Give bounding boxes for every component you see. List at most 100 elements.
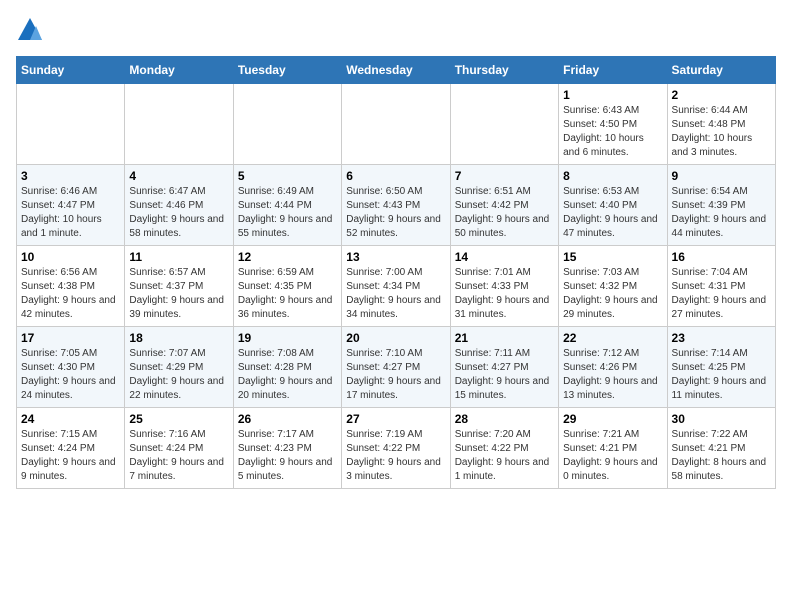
calendar-cell: 29Sunrise: 7:21 AM Sunset: 4:21 PM Dayli…: [559, 408, 667, 489]
day-number: 3: [21, 169, 120, 183]
logo: [16, 16, 48, 44]
calendar-cell: [233, 84, 341, 165]
day-number: 27: [346, 412, 445, 426]
day-info: Sunrise: 7:21 AM Sunset: 4:21 PM Dayligh…: [563, 428, 662, 484]
calendar-cell: 19 Sunrise: 7:08 AM Sunset: 4:28 PM Dayli…: [233, 327, 341, 408]
day-number: 22: [563, 331, 662, 345]
calendar-cell: 21 Sunrise: 7:11 AM Sunset: 4:27 PM Dayli…: [450, 327, 558, 408]
calendar-cell: 6 Sunrise: 6:50 AM Sunset: 4:43 PM Daylig…: [342, 165, 450, 246]
day-number: 19: [238, 331, 337, 345]
day-info: Sunrise: 7:05 AM Sunset: 4:30 PM Dayligh…: [21, 347, 120, 403]
calendar-cell: 30 Sunrise: 7:22 AM Sunset: 4:21 PM Dayli…: [667, 408, 775, 489]
weekday-header-sunday: Sunday: [17, 57, 125, 84]
day-info: Sunrise: 6:51 AM Sunset: 4:42 PM Dayligh…: [455, 185, 554, 241]
day-info: Sunrise: 6:56 AM Sunset: 4:38 PM Dayligh…: [21, 266, 120, 322]
calendar-cell: 17 Sunrise: 7:05 AM Sunset: 4:30 PM Dayli…: [17, 327, 125, 408]
day-info: Sunrise: 7:01 AM Sunset: 4:33 PM Dayligh…: [455, 266, 554, 322]
weekday-header-friday: Friday: [559, 57, 667, 84]
day-info: Sunrise: 7:16 AM Sunset: 4:24 PM Dayligh…: [129, 428, 228, 484]
day-info: Sunrise: 6:46 AM Sunset: 4:47 PM Dayligh…: [21, 185, 120, 241]
day-info: Sunrise: 7:03 AM Sunset: 4:32 PM Dayligh…: [563, 266, 662, 322]
day-number: 2: [672, 88, 771, 102]
day-info: Sunrise: 7:19 AM Sunset: 4:22 PM Dayligh…: [346, 428, 445, 484]
calendar-cell: 22Sunrise: 7:12 AM Sunset: 4:26 PM Dayli…: [559, 327, 667, 408]
calendar-cell: [125, 84, 233, 165]
day-info: Sunrise: 7:17 AM Sunset: 4:23 PM Dayligh…: [238, 428, 337, 484]
weekday-header-thursday: Thursday: [450, 57, 558, 84]
day-info: Sunrise: 7:00 AM Sunset: 4:34 PM Dayligh…: [346, 266, 445, 322]
calendar-cell: 15Sunrise: 7:03 AM Sunset: 4:32 PM Dayli…: [559, 246, 667, 327]
calendar-cell: [17, 84, 125, 165]
day-number: 23: [672, 331, 771, 345]
day-number: 26: [238, 412, 337, 426]
day-info: Sunrise: 7:20 AM Sunset: 4:22 PM Dayligh…: [455, 428, 554, 484]
calendar-cell: 9 Sunrise: 6:54 AM Sunset: 4:39 PM Daylig…: [667, 165, 775, 246]
day-number: 30: [672, 412, 771, 426]
calendar-cell: 5 Sunrise: 6:49 AM Sunset: 4:44 PM Daylig…: [233, 165, 341, 246]
calendar-cell: 14 Sunrise: 7:01 AM Sunset: 4:33 PM Dayli…: [450, 246, 558, 327]
calendar-cell: [342, 84, 450, 165]
calendar-cell: [450, 84, 558, 165]
calendar-cell: 7 Sunrise: 6:51 AM Sunset: 4:42 PM Daylig…: [450, 165, 558, 246]
day-info: Sunrise: 6:59 AM Sunset: 4:35 PM Dayligh…: [238, 266, 337, 322]
calendar-cell: 10 Sunrise: 6:56 AM Sunset: 4:38 PM Dayli…: [17, 246, 125, 327]
day-number: 12: [238, 250, 337, 264]
day-number: 21: [455, 331, 554, 345]
header: [16, 16, 776, 44]
day-info: Sunrise: 6:53 AM Sunset: 4:40 PM Dayligh…: [563, 185, 662, 241]
day-info: Sunrise: 6:49 AM Sunset: 4:44 PM Dayligh…: [238, 185, 337, 241]
calendar-cell: 25Sunrise: 7:16 AM Sunset: 4:24 PM Dayli…: [125, 408, 233, 489]
day-number: 17: [21, 331, 120, 345]
day-info: Sunrise: 6:47 AM Sunset: 4:46 PM Dayligh…: [129, 185, 228, 241]
day-info: Sunrise: 6:57 AM Sunset: 4:37 PM Dayligh…: [129, 266, 228, 322]
day-number: 20: [346, 331, 445, 345]
day-number: 10: [21, 250, 120, 264]
day-info: Sunrise: 7:11 AM Sunset: 4:27 PM Dayligh…: [455, 347, 554, 403]
calendar-cell: 12 Sunrise: 6:59 AM Sunset: 4:35 PM Dayli…: [233, 246, 341, 327]
day-info: Sunrise: 7:08 AM Sunset: 4:28 PM Dayligh…: [238, 347, 337, 403]
day-info: Sunrise: 7:07 AM Sunset: 4:29 PM Dayligh…: [129, 347, 228, 403]
day-info: Sunrise: 7:10 AM Sunset: 4:27 PM Dayligh…: [346, 347, 445, 403]
day-number: 7: [455, 169, 554, 183]
calendar-cell: 13 Sunrise: 7:00 AM Sunset: 4:34 PM Dayli…: [342, 246, 450, 327]
weekday-header-monday: Monday: [125, 57, 233, 84]
day-info: Sunrise: 6:54 AM Sunset: 4:39 PM Dayligh…: [672, 185, 771, 241]
day-number: 18: [129, 331, 228, 345]
calendar-cell: 16Sunrise: 7:04 AM Sunset: 4:31 PM Dayli…: [667, 246, 775, 327]
day-info: Sunrise: 6:43 AM Sunset: 4:50 PM Dayligh…: [563, 104, 662, 160]
calendar-cell: 18 Sunrise: 7:07 AM Sunset: 4:29 PM Dayli…: [125, 327, 233, 408]
day-info: Sunrise: 6:44 AM Sunset: 4:48 PM Dayligh…: [672, 104, 771, 160]
day-number: 8: [563, 169, 662, 183]
calendar-cell: 26 Sunrise: 7:17 AM Sunset: 4:23 PM Dayli…: [233, 408, 341, 489]
weekday-header-saturday: Saturday: [667, 57, 775, 84]
calendar-cell: 3 Sunrise: 6:46 AM Sunset: 4:47 PM Daylig…: [17, 165, 125, 246]
day-number: 24: [21, 412, 120, 426]
day-info: Sunrise: 7:22 AM Sunset: 4:21 PM Dayligh…: [672, 428, 771, 484]
calendar-cell: 28 Sunrise: 7:20 AM Sunset: 4:22 PM Dayli…: [450, 408, 558, 489]
day-info: Sunrise: 7:04 AM Sunset: 4:31 PM Dayligh…: [672, 266, 771, 322]
day-info: Sunrise: 6:50 AM Sunset: 4:43 PM Dayligh…: [346, 185, 445, 241]
day-info: Sunrise: 7:14 AM Sunset: 4:25 PM Dayligh…: [672, 347, 771, 403]
weekday-header-tuesday: Tuesday: [233, 57, 341, 84]
day-number: 5: [238, 169, 337, 183]
calendar-cell: 24 Sunrise: 7:15 AM Sunset: 4:24 PM Dayli…: [17, 408, 125, 489]
day-number: 4: [129, 169, 228, 183]
day-number: 6: [346, 169, 445, 183]
calendar-cell: 2 Sunrise: 6:44 AM Sunset: 4:48 PM Daylig…: [667, 84, 775, 165]
calendar-cell: 27 Sunrise: 7:19 AM Sunset: 4:22 PM Dayli…: [342, 408, 450, 489]
day-number: 13: [346, 250, 445, 264]
weekday-header-wednesday: Wednesday: [342, 57, 450, 84]
logo-icon: [16, 16, 44, 44]
calendar-cell: 4 Sunrise: 6:47 AM Sunset: 4:46 PM Daylig…: [125, 165, 233, 246]
day-number: 28: [455, 412, 554, 426]
calendar-cell: 23 Sunrise: 7:14 AM Sunset: 4:25 PM Dayli…: [667, 327, 775, 408]
day-info: Sunrise: 7:15 AM Sunset: 4:24 PM Dayligh…: [21, 428, 120, 484]
day-number: 9: [672, 169, 771, 183]
calendar-cell: 8 Sunrise: 6:53 AM Sunset: 4:40 PM Daylig…: [559, 165, 667, 246]
day-number: 14: [455, 250, 554, 264]
day-number: 1: [563, 88, 662, 102]
day-number: 11: [129, 250, 228, 264]
calendar-cell: 1 Sunrise: 6:43 AM Sunset: 4:50 PM Daylig…: [559, 84, 667, 165]
calendar-cell: 11 Sunrise: 6:57 AM Sunset: 4:37 PM Dayli…: [125, 246, 233, 327]
calendar-cell: 20 Sunrise: 7:10 AM Sunset: 4:27 PM Dayli…: [342, 327, 450, 408]
